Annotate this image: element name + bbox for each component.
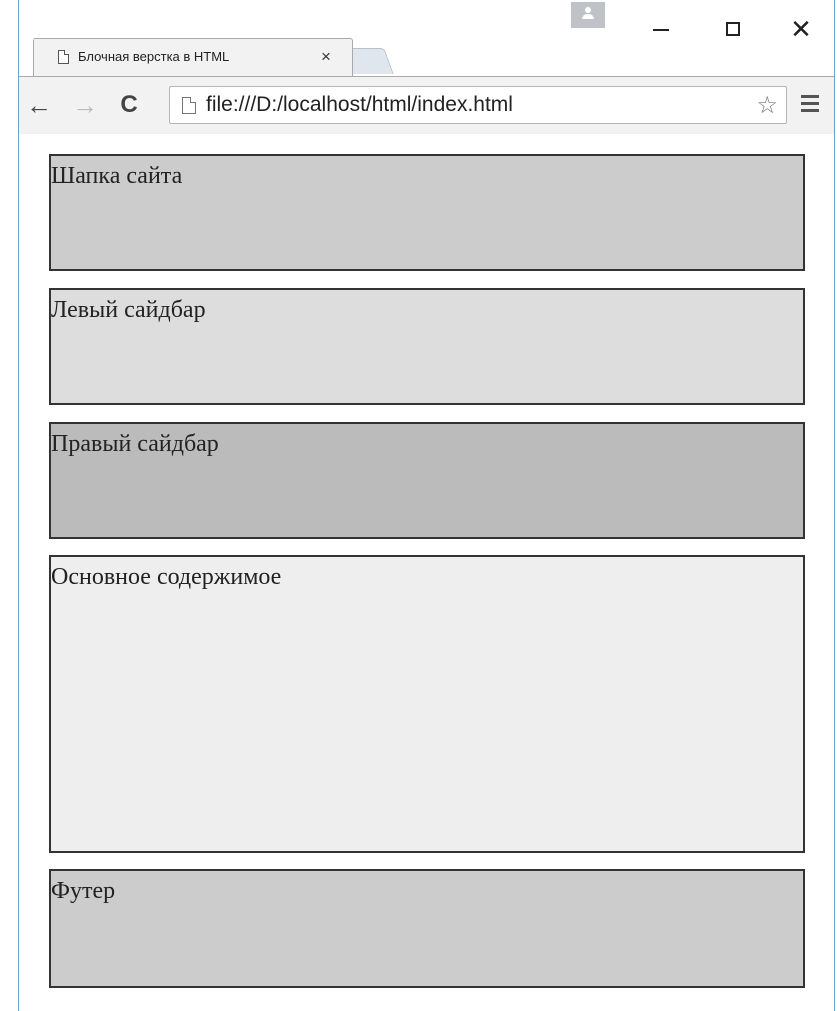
browser-tab[interactable]: Блочная верстка в HTML ×: [33, 38, 353, 76]
tab-title: Блочная верстка в HTML: [78, 49, 230, 64]
reload-icon[interactable]: C: [115, 91, 143, 119]
page-icon: [182, 97, 196, 114]
main-content-block: Основное содержимое: [49, 555, 805, 853]
address-bar[interactable]: file:///D:/localhost/html/index.html ☆: [169, 86, 787, 124]
header-block: Шапка сайта: [49, 154, 805, 271]
forward-arrow-icon[interactable]: →: [71, 91, 99, 119]
close-window-button[interactable]: ✕: [784, 14, 818, 44]
title-bar: Блочная верстка в HTML × ✕: [19, 0, 834, 76]
bookmark-star-icon[interactable]: ☆: [756, 91, 778, 120]
profile-icon[interactable]: [571, 2, 605, 28]
back-arrow-icon[interactable]: ←: [25, 91, 53, 119]
browser-toolbar: ← → C file:///D:/localhost/html/index.ht…: [19, 76, 834, 134]
left-sidebar-block: Левый сайдбар: [49, 288, 805, 405]
right-sidebar-block: Правый сайдбар: [49, 422, 805, 539]
close-tab-icon[interactable]: ×: [318, 47, 334, 67]
maximize-button[interactable]: [716, 14, 750, 44]
document-icon: [58, 50, 69, 64]
menu-icon[interactable]: [801, 95, 819, 113]
page-viewport: Шапка сайта Левый сайдбар Правый сайдбар…: [19, 134, 834, 1011]
footer-block: Футер: [49, 869, 805, 988]
minimize-button[interactable]: [644, 14, 678, 44]
address-url[interactable]: file:///D:/localhost/html/index.html: [206, 93, 513, 117]
browser-window: Блочная верстка в HTML × ✕ ← → C file://…: [18, 0, 835, 1011]
